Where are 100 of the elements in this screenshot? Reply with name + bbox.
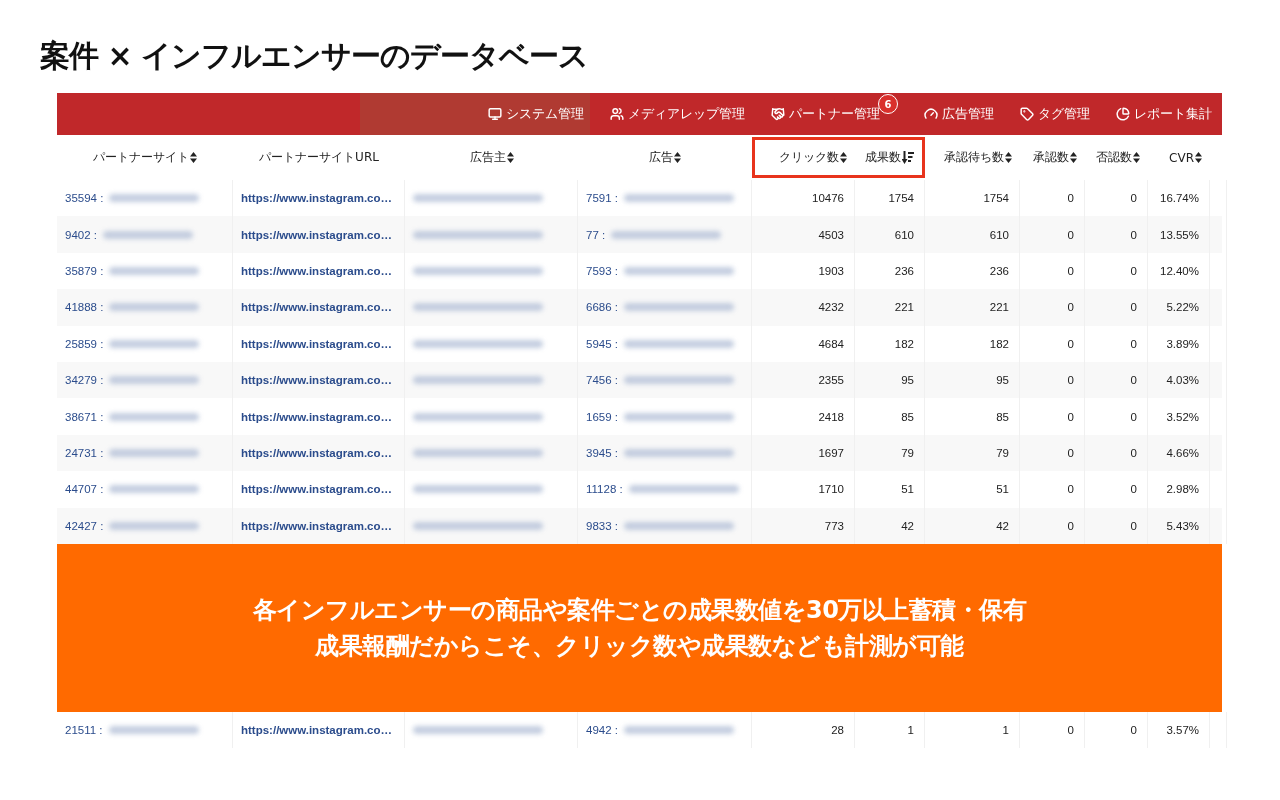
notification-badge: 6	[878, 94, 898, 114]
table-cell: 5.22%	[1166, 301, 1199, 314]
partner-url-link[interactable]: https://www.instagram.co…	[241, 264, 392, 277]
ad-id-link[interactable]: 77 :	[586, 228, 606, 241]
partner-site-id[interactable]: 25859 :	[65, 337, 104, 350]
table-cell: 51	[996, 483, 1009, 496]
partner-url-link[interactable]: https://www.instagram.co…	[241, 337, 392, 350]
sort-icon	[1005, 152, 1012, 163]
table-cell: 4.03%	[1166, 374, 1199, 387]
table-cell: 0	[1067, 264, 1074, 277]
column-header[interactable]: 承認待ち数	[944, 149, 1012, 166]
nav-menu-item[interactable]: 広告管理	[924, 94, 994, 134]
table-cell: 3.52%	[1166, 410, 1199, 423]
gauge-icon	[924, 107, 938, 121]
nav-menu-item[interactable]: タグ管理	[1020, 94, 1090, 134]
ad-id-link[interactable]: 7456 :	[586, 374, 618, 387]
users-icon	[610, 107, 624, 121]
ad-id-link[interactable]: 1659 :	[586, 410, 618, 423]
sort-icon	[840, 152, 847, 163]
partner-site-id[interactable]: 9402 :	[65, 228, 97, 241]
nav-menu-item[interactable]: レポート集計	[1116, 94, 1212, 134]
table-cell: 0	[1067, 301, 1074, 314]
ad-id-link[interactable]: 7591 :	[586, 192, 618, 205]
table-cell: 0	[1067, 446, 1074, 459]
partner-url-link[interactable]: https://www.instagram.co…	[241, 410, 392, 423]
partner-url-link[interactable]: https://www.instagram.co…	[241, 446, 392, 459]
ad-id-link[interactable]: 11128 :	[586, 483, 623, 496]
sort-icon	[1070, 152, 1077, 163]
ad-id-link[interactable]: 7593 :	[586, 264, 618, 277]
sort-icon	[674, 152, 681, 163]
partner-site-id[interactable]: 44707 :	[65, 483, 104, 496]
table-cell: 42	[901, 519, 914, 532]
ad-id-link[interactable]: 3945 :	[586, 446, 618, 459]
partner-url-link[interactable]: https://www.instagram.co…	[241, 228, 392, 241]
sort-icon	[190, 152, 197, 163]
partner-url-link[interactable]: https://www.instagram.co…	[241, 483, 392, 496]
table-cell: 0	[1130, 483, 1137, 496]
table-cell: 10476	[812, 192, 844, 205]
column-header[interactable]: 承認数	[1033, 149, 1077, 166]
table-cell: 16.74%	[1160, 192, 1199, 205]
table-cell: 0	[1067, 483, 1074, 496]
table-cell: 0	[1130, 519, 1137, 532]
banner-text: 各インフルエンサーの商品や案件ごとの成果数値を30万以上蓄積・保有	[252, 594, 1027, 626]
table-cell: 4684	[818, 337, 844, 350]
table-cell: 85	[996, 410, 1009, 423]
table-cell: 1754	[983, 192, 1009, 205]
column-header[interactable]: クリック数	[779, 149, 847, 166]
table-cell: 221	[989, 301, 1009, 314]
table-cell: 0	[1067, 410, 1074, 423]
table-cell: 0	[1067, 192, 1074, 205]
handshake-icon	[771, 107, 785, 121]
column-header[interactable]: 成果数	[865, 149, 914, 166]
table-cell: 79	[996, 446, 1009, 459]
nav-menu-item[interactable]: メディアレップ管理	[610, 94, 745, 134]
table-cell: 236	[989, 264, 1009, 277]
column-header[interactable]: パートナーサイトURL	[259, 149, 379, 166]
partner-site-id[interactable]: 24731 :	[65, 446, 104, 459]
table-cell: 0	[1130, 724, 1137, 737]
table-cell: 0	[1130, 301, 1137, 314]
column-header[interactable]: CVR	[1169, 150, 1202, 165]
sort-icon	[506, 152, 514, 163]
table-cell: 3.57%	[1166, 724, 1199, 737]
partner-url-link[interactable]: https://www.instagram.co…	[241, 192, 392, 205]
table-cell: 0	[1130, 228, 1137, 241]
ad-id-link[interactable]: 5945 :	[586, 337, 618, 350]
table-cell: 0	[1130, 192, 1137, 205]
nav-menu-item[interactable]: パートナー管理 6	[771, 94, 898, 134]
partner-site-id[interactable]: 35594 :	[65, 192, 104, 205]
page-title: 案件 × インフルエンサーのデータベース	[40, 37, 590, 75]
partner-site-id[interactable]: 42427 :	[65, 519, 104, 532]
partner-site-id[interactable]: 34279 :	[65, 374, 104, 387]
column-header[interactable]: 広告主	[469, 149, 514, 166]
sort-descending-icon	[902, 151, 914, 164]
partner-site-id[interactable]: 21511 :	[65, 724, 103, 737]
tag-icon	[1020, 107, 1034, 121]
table-cell: 4503	[818, 228, 844, 241]
partner-url-link[interactable]: https://www.instagram.co…	[241, 374, 392, 387]
partner-url-link[interactable]: https://www.instagram.co…	[241, 724, 392, 737]
column-header[interactable]: パートナーサイト	[93, 149, 197, 166]
table-cell: 95	[996, 374, 1009, 387]
ad-id-link[interactable]: 6686 :	[586, 301, 618, 314]
nav-menu-item[interactable]: システム管理	[488, 94, 584, 134]
column-header[interactable]: 否認数	[1096, 149, 1140, 166]
partner-site-id[interactable]: 35879 :	[65, 264, 104, 277]
sort-icon	[1195, 152, 1202, 163]
partner-site-id[interactable]: 38671 :	[65, 410, 104, 423]
ad-id-link[interactable]: 9833 :	[586, 519, 618, 532]
table-cell: 28	[831, 724, 844, 737]
table-cell: 1710	[818, 483, 844, 496]
column-header[interactable]: 広告	[649, 149, 681, 166]
table-cell: 0	[1067, 374, 1074, 387]
partner-site-id[interactable]: 41888 :	[65, 301, 104, 314]
table-cell: 0	[1130, 374, 1137, 387]
table-cell: 4232	[818, 301, 844, 314]
partner-url-link[interactable]: https://www.instagram.co…	[241, 519, 392, 532]
partner-url-link[interactable]: https://www.instagram.co…	[241, 301, 392, 314]
ad-id-link[interactable]: 4942 :	[586, 724, 618, 737]
table-cell: 0	[1067, 337, 1074, 350]
table-cell: 610	[989, 228, 1009, 241]
table-cell: 2355	[818, 374, 844, 387]
